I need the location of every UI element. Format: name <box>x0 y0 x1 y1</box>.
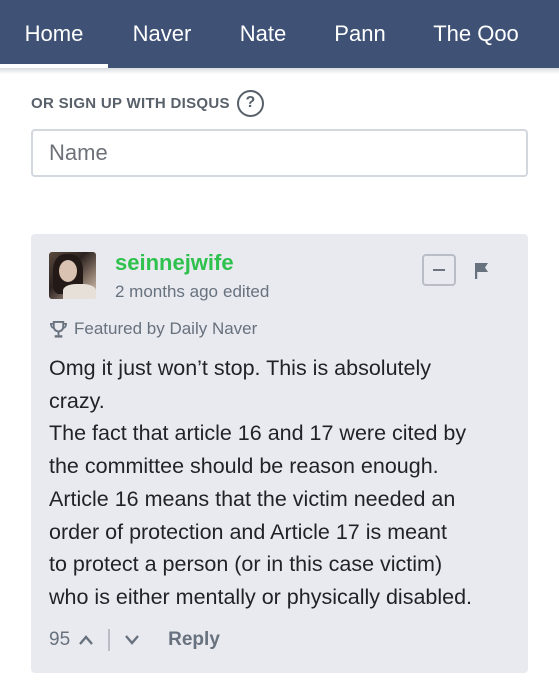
edited-label: edited <box>223 282 270 301</box>
flag-icon[interactable] <box>474 262 490 280</box>
comment-username[interactable]: seinnejwife <box>115 250 234 276</box>
collapse-button[interactable] <box>422 254 456 286</box>
help-icon[interactable]: ? <box>236 89 264 117</box>
featured-label: Featured by Daily Naver <box>74 319 258 338</box>
comment-line: to protect a person (or in this case vic… <box>49 552 443 577</box>
comment-line: Omg it just won’t stop. This is absolute… <box>49 356 431 380</box>
comment-card: seinnejwife 2 months ago edited Featured… <box>31 234 528 673</box>
reply-button[interactable]: Reply <box>168 629 220 651</box>
signup-row: OR SIGN UP WITH DISQUS ? <box>31 89 264 117</box>
comment-line: order of protection and Article 17 is me… <box>49 519 447 544</box>
comment-body: Omg it just won’t stop. This is absolute… <box>49 352 519 614</box>
comment-meta: 2 months ago edited <box>115 282 269 302</box>
comment-line: crazy. <box>49 388 105 413</box>
comment-line: who is either mentally or physically dis… <box>49 584 473 609</box>
comment-line: Article 16 means that the victim needed … <box>49 486 456 511</box>
navbar-shadow <box>0 68 559 74</box>
tab-pann[interactable]: Pann <box>310 0 410 68</box>
signup-label: OR SIGN UP WITH DISQUS <box>31 94 230 112</box>
avatar[interactable] <box>49 252 96 299</box>
chevron-down-icon[interactable] <box>124 634 140 646</box>
featured-badge: Featured by Daily Naver <box>49 319 257 339</box>
chevron-up-icon[interactable] <box>78 634 94 646</box>
vote-divider <box>108 629 111 651</box>
tab-home[interactable]: Home <box>0 0 108 68</box>
comment-line: the committee should be reason enough. <box>49 454 439 479</box>
trophy-icon <box>50 320 67 338</box>
tab-naver[interactable]: Naver <box>108 0 216 68</box>
name-field[interactable] <box>31 129 528 177</box>
comment-timestamp[interactable]: 2 months ago <box>115 282 218 302</box>
comment-line: The fact that article 16 and 17 were cit… <box>49 421 467 446</box>
comment-actions: 95 Reply <box>49 627 220 653</box>
top-navbar: Home Naver Nate Pann The Qoo <box>0 0 559 68</box>
minus-icon <box>433 269 445 271</box>
tab-nate[interactable]: Nate <box>216 0 310 68</box>
tab-the-qoo[interactable]: The Qoo <box>410 0 542 68</box>
vote-count: 95 <box>49 629 71 650</box>
